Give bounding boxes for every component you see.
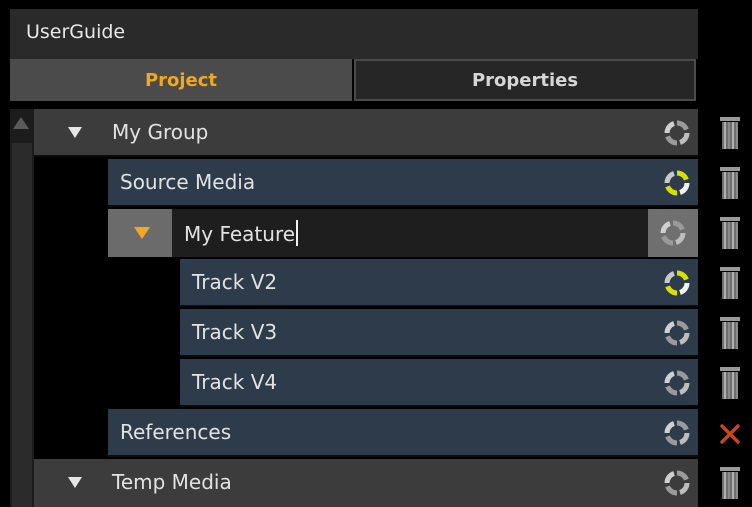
tree-row-label: References	[120, 420, 232, 444]
tree-row-label: Track V3	[192, 320, 278, 344]
tree-row-temp-media[interactable]: Temp Media	[34, 459, 698, 507]
trash-icon[interactable]	[718, 366, 742, 400]
tree-row-my-feature[interactable]: My Feature	[108, 209, 698, 257]
scroll-thumb[interactable]	[12, 143, 32, 507]
tab-project[interactable]: Project	[10, 59, 352, 101]
sync-status-icon[interactable]	[664, 270, 690, 296]
title-bar-spacer	[698, 9, 752, 59]
tree-row-label: Temp Media	[112, 470, 232, 494]
trash-icon[interactable]	[718, 166, 742, 200]
trash-icon[interactable]	[718, 316, 742, 350]
remove-x-icon[interactable]	[717, 421, 743, 447]
tree-row-label: My Group	[112, 120, 209, 144]
sync-status-icon[interactable]	[664, 120, 690, 146]
trash-icon[interactable]	[718, 266, 742, 300]
project-panel: UserGuide Project Properties My Group So…	[0, 0, 752, 507]
tab-bar: Project Properties	[10, 59, 698, 103]
trash-icon[interactable]	[718, 466, 742, 500]
sync-status-icon[interactable]	[660, 220, 686, 246]
text-caret	[296, 220, 299, 246]
trash-icon[interactable]	[718, 216, 742, 250]
tab-properties[interactable]: Properties	[354, 59, 696, 101]
tree-row-label: Track V4	[192, 370, 278, 394]
sync-status-icon[interactable]	[664, 370, 690, 396]
vertical-scrollbar[interactable]	[10, 109, 34, 507]
tree-row-label: Source Media	[120, 170, 256, 194]
sync-status-icon[interactable]	[664, 420, 690, 446]
rename-input-value: My Feature	[184, 222, 296, 246]
expand-triangle-icon[interactable]	[68, 127, 82, 138]
tree-row-source-media[interactable]: Source Media	[108, 159, 698, 207]
tree-row-track-v4[interactable]: Track V4	[180, 359, 698, 407]
tree-row-references[interactable]: References	[108, 409, 698, 457]
tree-row-track-v2[interactable]: Track V2	[180, 259, 698, 307]
sync-status-icon[interactable]	[664, 470, 690, 496]
tree-row-my-group[interactable]: My Group	[34, 109, 698, 157]
rename-input[interactable]: My Feature	[184, 220, 299, 246]
title-bar: UserGuide	[10, 9, 698, 59]
tree-row-track-v3[interactable]: Track V3	[180, 309, 698, 357]
expand-triangle-icon[interactable]	[68, 477, 82, 488]
scroll-up-arrow-icon[interactable]	[13, 117, 29, 129]
trash-icon[interactable]	[718, 116, 742, 150]
window-title: UserGuide	[26, 21, 126, 43]
sync-status-icon[interactable]	[664, 170, 690, 196]
expand-triangle-icon[interactable]	[134, 227, 150, 239]
tree-row-label: Track V2	[192, 270, 278, 294]
expand-toggle[interactable]	[108, 209, 172, 257]
sync-status-icon[interactable]	[664, 320, 690, 346]
